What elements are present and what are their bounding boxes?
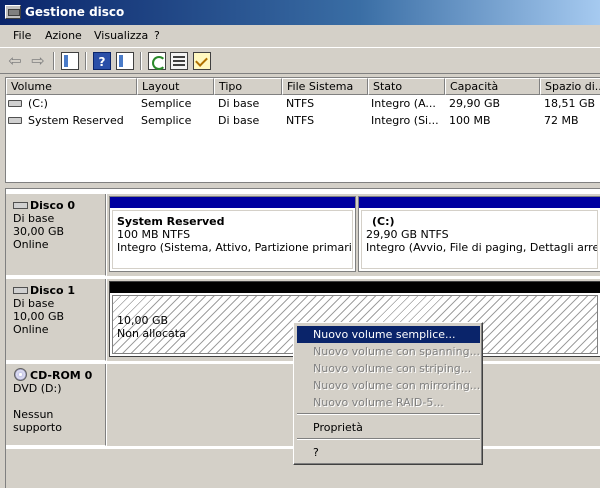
disk-type: DVD (D:) (13, 382, 62, 395)
volume-row[interactable]: (C:) Semplice Di base NTFS Integro (A...… (6, 95, 600, 112)
menu-item-new-spanned-volume[interactable]: Nuovo volume con spanning... (297, 343, 480, 360)
partition-size: 29,90 GB NTFS (366, 228, 449, 241)
cell-file-sistema: NTFS (286, 114, 315, 127)
cell-volume: System Reserved (28, 114, 124, 127)
title-bar: Gestione disco (0, 0, 600, 25)
menu-separator (297, 413, 480, 415)
volume-list-header: Volume Layout Tipo File Sistema Stato Ca… (6, 78, 600, 95)
menu-item-new-raid5-volume[interactable]: Nuovo volume RAID-5... (297, 394, 480, 411)
partition-system-reserved[interactable]: System Reserved 100 MB NTFS Integro (Sis… (109, 196, 356, 272)
partition-bar (110, 197, 355, 208)
partition-c-drive[interactable]: (C:) 29,90 GB NTFS Integro (Avvio, File … (358, 196, 600, 272)
partition-status: Integro (Avvio, File di paging, Dettagli… (366, 241, 597, 254)
menu-azione[interactable]: Azione (45, 29, 82, 42)
column-header-file-sistema[interactable]: File Sistema (282, 78, 368, 95)
toolbar-separator (85, 52, 87, 70)
cdrom-0-label[interactable]: CD-ROM 0 DVD (D:) Nessun supporto (6, 364, 106, 446)
help-icon[interactable]: ? (93, 52, 111, 70)
partition-bar (110, 282, 600, 293)
toolbar-separator (140, 52, 142, 70)
show-hide-tree-icon[interactable] (61, 52, 79, 70)
disk-status: Nessun supporto (13, 408, 62, 434)
menu-item-new-simple-volume[interactable]: Nuovo volume semplice... (297, 326, 480, 343)
disk-status: Online (13, 323, 49, 336)
disk-size: 10,00 GB (13, 310, 65, 323)
menu-file[interactable]: File (13, 29, 31, 42)
window-title: Gestione disco (25, 5, 125, 19)
disk-size (13, 395, 105, 408)
disk-name: CD-ROM 0 (30, 369, 93, 382)
disk-name: Disco 1 (30, 284, 76, 297)
disk-0-partitions: System Reserved 100 MB NTFS Integro (Sis… (107, 194, 600, 276)
partition-bar (359, 197, 600, 208)
partition-size: 100 MB NTFS (117, 228, 191, 241)
column-header-volume[interactable]: Volume (6, 78, 137, 95)
cell-volume: (C:) (28, 97, 48, 110)
menu-item-properties[interactable]: Proprietà (297, 419, 480, 436)
column-header-layout[interactable]: Layout (137, 78, 214, 95)
cell-layout: Semplice (141, 97, 192, 110)
properties-icon[interactable] (170, 52, 188, 70)
menu-visualizza[interactable]: Visualizza (94, 29, 148, 42)
context-menu: Nuovo volume semplice... Nuovo volume co… (293, 322, 483, 465)
column-header-capacita[interactable]: Capacità (445, 78, 540, 95)
volume-drive-icon (8, 100, 22, 107)
cell-stato: Integro (Si... (371, 114, 439, 127)
hard-disk-icon (13, 287, 28, 294)
menu-item-new-striped-volume[interactable]: Nuovo volume con striping... (297, 360, 480, 377)
cell-tipo: Di base (218, 97, 260, 110)
disk-management-app-icon (5, 5, 21, 19)
menu-item-help[interactable]: ? (297, 444, 480, 461)
forward-arrow-icon[interactable]: ⇨ (29, 52, 47, 70)
menu-bar: File Azione Visualizza ? (0, 26, 600, 46)
partition-title: (C:) (372, 215, 395, 228)
hard-disk-icon (13, 202, 28, 209)
cd-rom-icon (14, 368, 27, 381)
column-header-spazio[interactable]: Spazio di... (540, 78, 600, 95)
volume-row[interactable]: System Reserved Semplice Di base NTFS In… (6, 112, 600, 129)
cell-spazio: 72 MB (544, 114, 579, 127)
volume-drive-icon (8, 117, 22, 124)
cell-layout: Semplice (141, 114, 192, 127)
column-header-stato[interactable]: Stato (368, 78, 445, 95)
partition-status: Integro (Sistema, Attivo, Partizione pri… (117, 241, 353, 254)
toolbar: ⇦ ⇨ ? (0, 47, 600, 74)
cell-tipo: Di base (218, 114, 260, 127)
cell-file-sistema: NTFS (286, 97, 315, 110)
disk-type: Di base (13, 297, 55, 310)
column-header-tipo[interactable]: Tipo (214, 78, 282, 95)
menu-item-new-mirrored-volume[interactable]: Nuovo volume con mirroring... (297, 377, 480, 394)
disk-status: Online (13, 238, 49, 251)
disk-0-label[interactable]: Disco 0 Di base 30,00 GB Online (6, 194, 106, 276)
cell-capacita: 100 MB (449, 114, 491, 127)
cell-stato: Integro (A... (371, 97, 436, 110)
back-arrow-icon[interactable]: ⇦ (6, 52, 24, 70)
toolbar-separator (53, 52, 55, 70)
cell-spazio: 18,51 GB (544, 97, 596, 110)
show-hide-action-pane-icon[interactable] (116, 52, 134, 70)
check-icon[interactable] (193, 52, 211, 70)
menu-separator (297, 438, 480, 440)
refresh-icon[interactable] (148, 52, 166, 70)
disk-size: 30,00 GB (13, 225, 65, 238)
disk-type: Di base (13, 212, 55, 225)
menu-help[interactable]: ? (154, 29, 160, 42)
disk-name: Disco 0 (30, 199, 76, 212)
volume-list[interactable]: Volume Layout Tipo File Sistema Stato Ca… (5, 77, 600, 183)
cell-capacita: 29,90 GB (449, 97, 501, 110)
partition-title: System Reserved (117, 215, 225, 228)
disk-1-label[interactable]: Disco 1 Di base 10,00 GB Online (6, 279, 106, 361)
